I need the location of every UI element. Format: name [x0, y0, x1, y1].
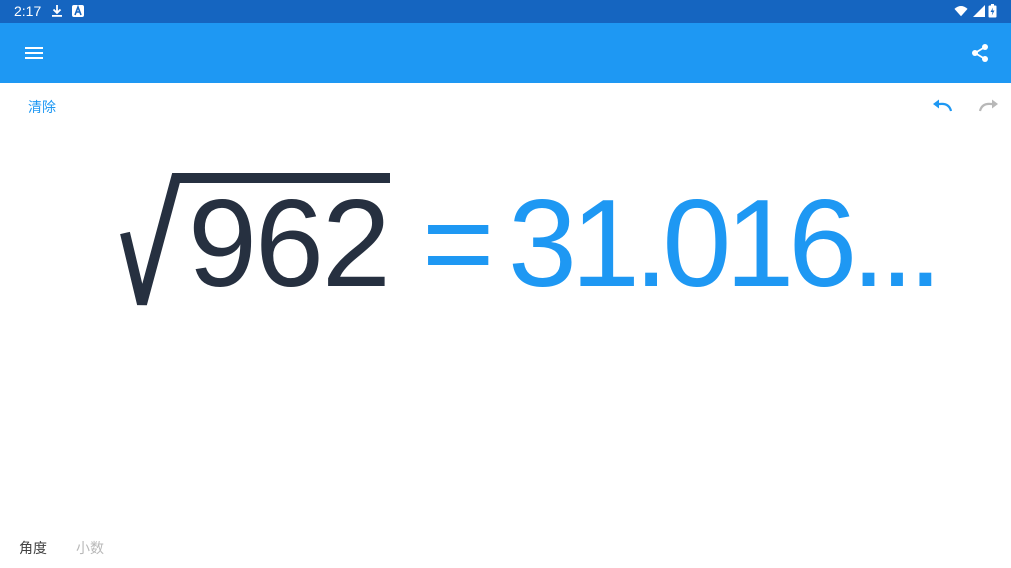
download-icon	[52, 5, 62, 17]
battery-icon	[988, 4, 997, 18]
undo-icon	[933, 99, 953, 112]
app-bar	[0, 23, 1011, 83]
calculator-display: 清除 962 = 31.016...	[0, 83, 1011, 568]
decimal-mode-toggle[interactable]: 小数	[76, 538, 104, 558]
redo-button[interactable]	[975, 95, 1001, 117]
menu-icon	[25, 47, 43, 59]
redo-icon	[978, 99, 998, 112]
expression-value: 962	[188, 175, 391, 313]
undo-button[interactable]	[930, 95, 956, 117]
share-button[interactable]	[962, 35, 998, 71]
wifi-icon	[954, 5, 968, 17]
expression-display: 962 = 31.016...	[118, 171, 943, 313]
menu-button[interactable]	[16, 35, 52, 71]
result-value[interactable]: 31.016...	[508, 174, 943, 314]
equals-sign: =	[422, 175, 495, 313]
a-icon	[72, 4, 84, 17]
status-bar: 2:17	[0, 0, 1011, 23]
angle-mode-toggle[interactable]: 角度	[19, 538, 47, 558]
signal-icon	[973, 5, 985, 17]
status-time: 2:17	[14, 3, 42, 19]
clear-button[interactable]: 清除	[28, 97, 56, 117]
share-icon	[972, 44, 988, 62]
